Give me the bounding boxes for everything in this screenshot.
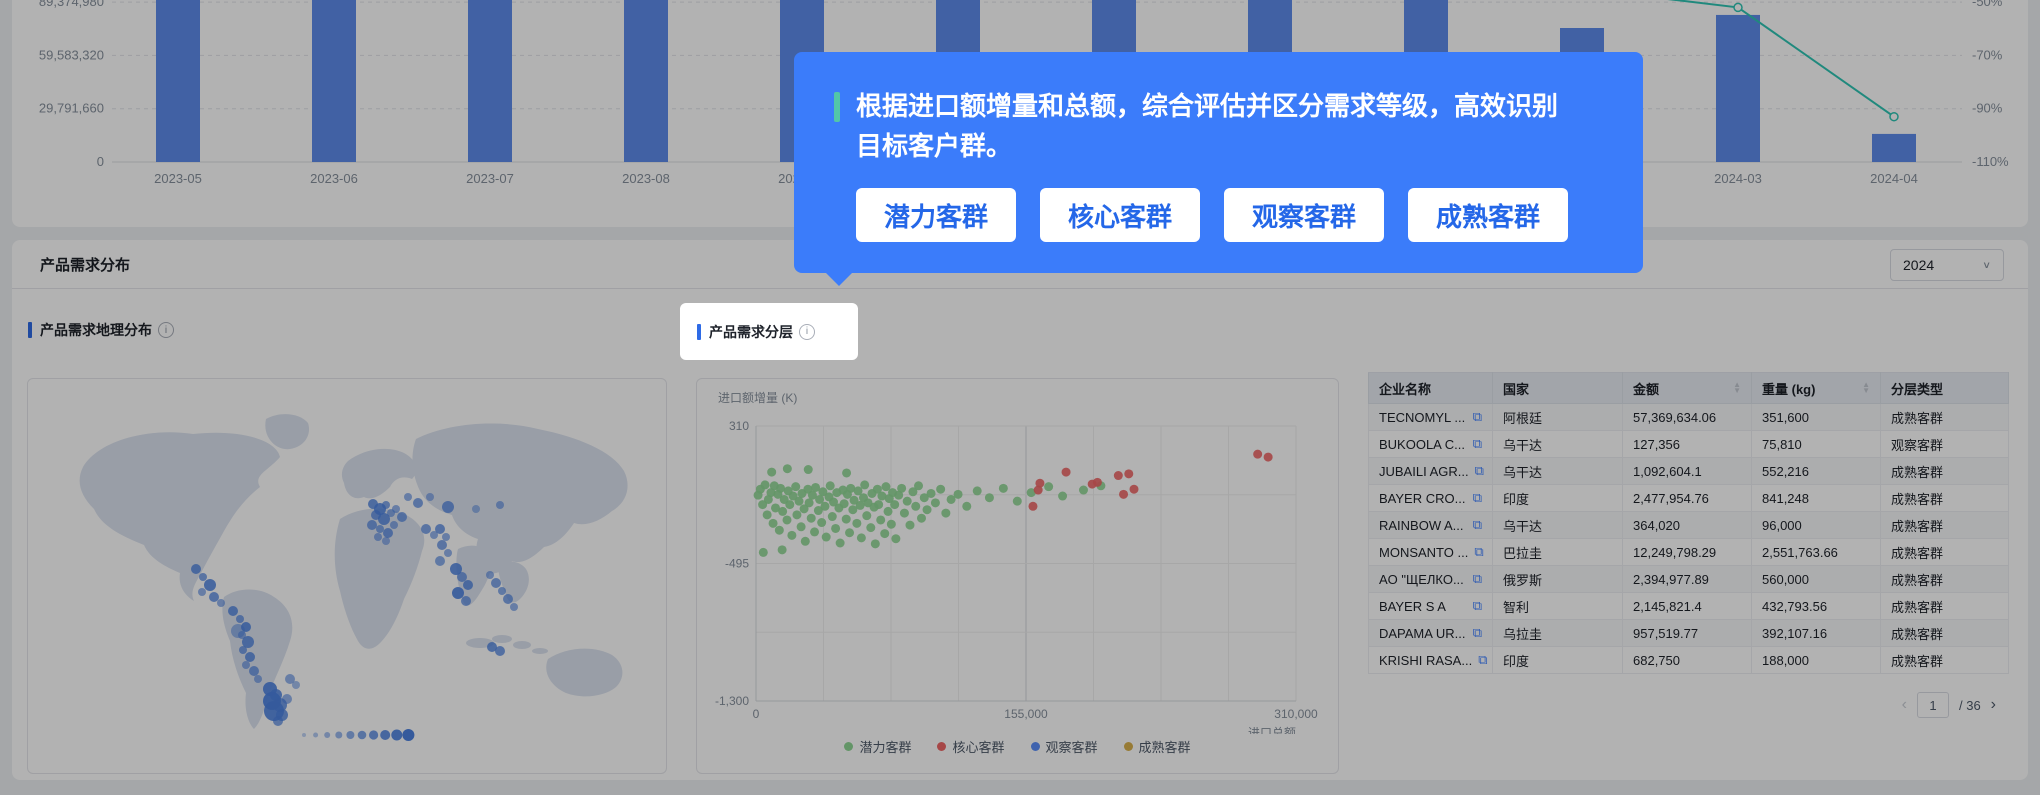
tooltip-button[interactable]: 核心客群 [1040, 188, 1201, 242]
tooltip-text: 根据进口额增量和总额，综合评估并区分需求等级，高效识别目标客户群。 [856, 91, 1559, 161]
info-icon[interactable] [799, 323, 815, 340]
tooltip-pointer [825, 272, 853, 286]
tooltip-accent-bar [834, 92, 840, 122]
spotlight-title: 产品需求分层 [697, 322, 815, 342]
tooltip-button-row: 潜力客群 核心客群 观察客群 成熟客群 [856, 188, 1603, 242]
guide-tooltip: 根据进口额增量和总额，综合评估并区分需求等级，高效识别目标客户群。 潜力客群 核心… [794, 52, 1643, 286]
tooltip-button[interactable]: 潜力客群 [856, 188, 1017, 242]
title-accent-bar [697, 323, 701, 340]
tooltip-button[interactable]: 成熟客群 [1408, 188, 1569, 242]
spotlight-title-text: 产品需求分层 [709, 323, 793, 340]
tooltip-button[interactable]: 观察客群 [1224, 188, 1385, 242]
spotlight-highlight: 产品需求分层 [680, 303, 858, 360]
